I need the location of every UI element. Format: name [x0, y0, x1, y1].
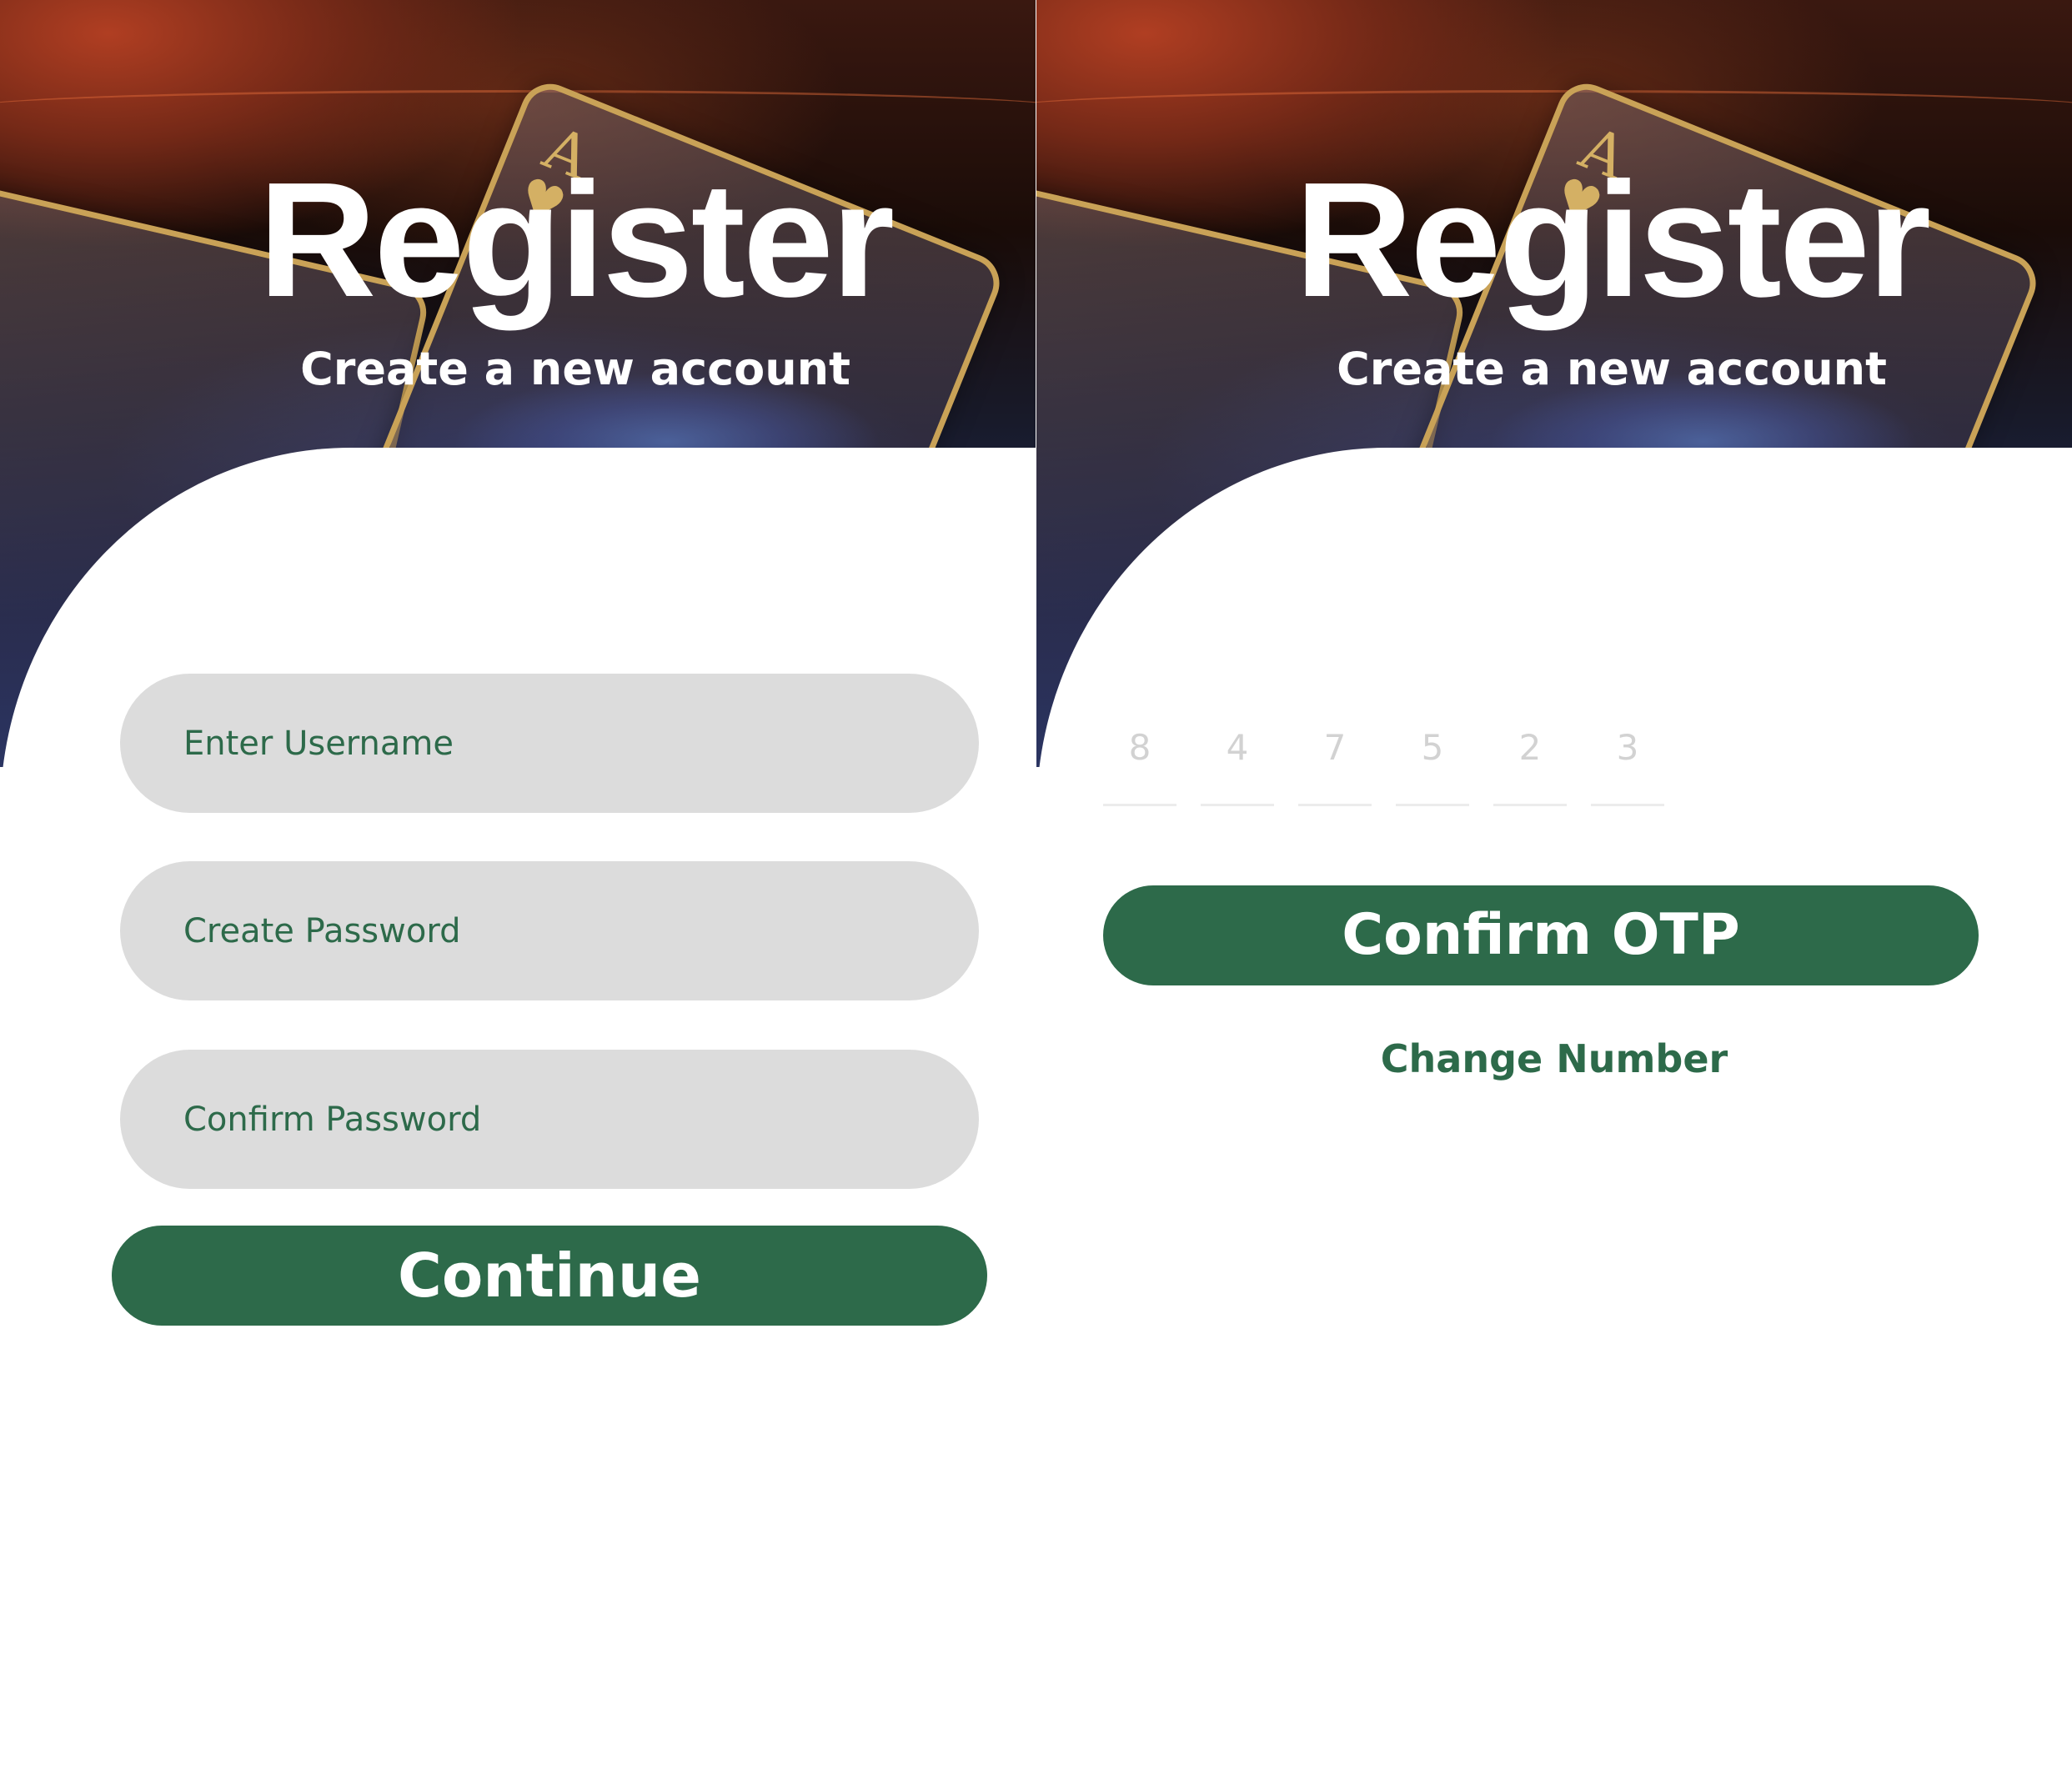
page-subtitle: Create a new account	[300, 343, 850, 395]
continue-button[interactable]: Continue	[112, 1226, 987, 1326]
change-number-link[interactable]: Change Number	[1036, 1034, 2072, 1084]
otp-digit-field[interactable]: 7	[1298, 717, 1372, 806]
page-title: Register	[258, 148, 895, 331]
username-input[interactable]	[120, 674, 979, 813]
confirm-password-input[interactable]	[120, 1050, 979, 1189]
otp-digit-field[interactable]: 3	[1591, 717, 1664, 806]
page-subtitle: Create a new account	[1337, 343, 1887, 395]
otp-digit-field[interactable]: 4	[1201, 717, 1274, 806]
page-title: Register	[1294, 148, 1931, 331]
form-sheet	[1036, 448, 2072, 1790]
register-screen: A ♥ A ♥ Register Create a new account Co…	[0, 0, 1036, 1790]
otp-screen: A ♥ A ♥ Register Create a new account 8 …	[1036, 0, 2072, 1790]
otp-digit-field[interactable]: 8	[1103, 717, 1176, 806]
create-password-input[interactable]	[120, 861, 979, 1000]
confirm-otp-button[interactable]: Confirm OTP	[1103, 885, 1979, 985]
otp-digit-field[interactable]: 5	[1396, 717, 1469, 806]
otp-digit-field[interactable]: 2	[1493, 717, 1567, 806]
